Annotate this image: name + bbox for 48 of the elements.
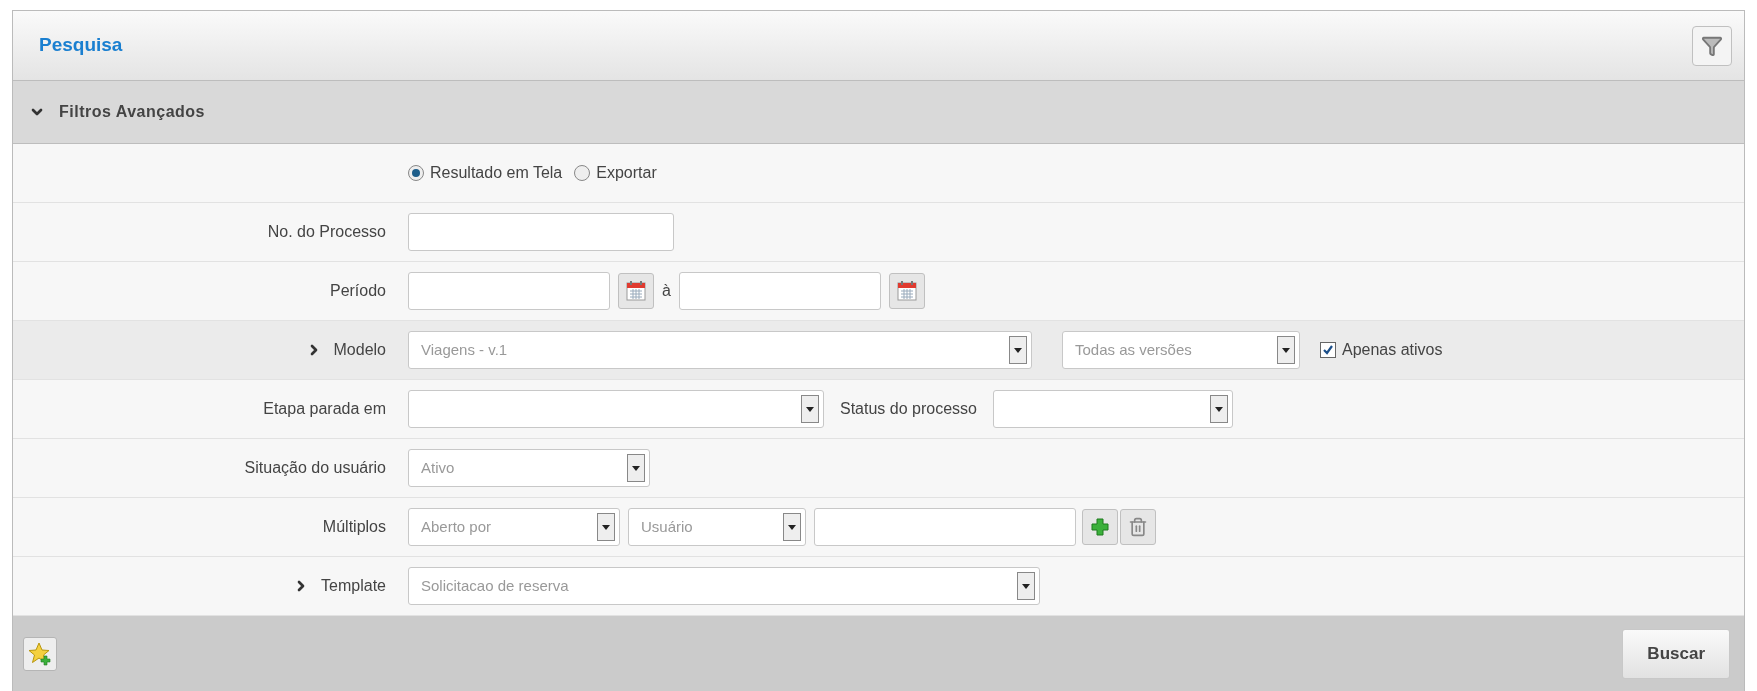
star-plus-icon (28, 641, 52, 666)
radio-option[interactable]: Exportar (574, 161, 657, 185)
radio-option[interactable]: Resultado em Tela (408, 161, 563, 185)
input-field[interactable] (814, 508, 1076, 546)
stage-select[interactable] (408, 390, 824, 428)
caret-icon (1017, 572, 1035, 600)
field-label: Período (329, 281, 386, 301)
favorite-add-button[interactable] (23, 636, 57, 671)
field-label: No. do Processo (267, 222, 386, 242)
calendar-button[interactable] (618, 273, 654, 309)
status-select[interactable] (992, 390, 1233, 428)
add-button[interactable] (1082, 509, 1118, 545)
caret-icon (597, 513, 615, 541)
field-label: Status do processo (840, 399, 977, 419)
caret-icon (1009, 336, 1027, 364)
calendar-icon (625, 280, 647, 302)
caret-icon (1209, 395, 1228, 423)
model-select[interactable]: Viagens - v.1 (408, 331, 1032, 369)
calendar-icon (895, 280, 918, 302)
caret-icon (627, 454, 645, 482)
caret-icon (801, 395, 819, 423)
input-field[interactable] (678, 272, 881, 310)
trash-icon (1128, 517, 1148, 537)
field-label: Modelo (333, 340, 386, 360)
filter-icon (1701, 34, 1723, 57)
section-title[interactable]: Filtros Avançados (59, 100, 205, 124)
field-label: Etapa parada em (263, 399, 386, 419)
field-select[interactable]: Aberto por (408, 508, 620, 546)
filter-button[interactable] (1692, 25, 1732, 66)
delete-button[interactable] (1120, 509, 1156, 545)
calendar-button[interactable] (888, 273, 925, 309)
version-select[interactable]: Todas as versões (1062, 331, 1300, 369)
situation-select[interactable]: Ativo (408, 449, 650, 487)
range-separator: à (662, 281, 671, 301)
input-field[interactable] (408, 213, 674, 251)
template-select[interactable]: Solicitacao de reserva (408, 567, 1040, 605)
caret-icon (1277, 336, 1295, 364)
search-button[interactable]: Buscar (1622, 628, 1730, 679)
active-checkbox[interactable]: Apenas ativos (1320, 338, 1443, 362)
field-label: Template (321, 576, 386, 596)
field-label: Múltiplos (322, 517, 386, 537)
user-select[interactable]: Usuário (628, 508, 806, 546)
panel-title: Pesquisa (39, 33, 123, 58)
caret-icon (783, 513, 801, 541)
input-field[interactable] (408, 272, 610, 310)
field-label: Situação do usuário (244, 458, 386, 478)
plus-icon (1090, 517, 1110, 537)
checkmark-icon (1322, 344, 1334, 356)
